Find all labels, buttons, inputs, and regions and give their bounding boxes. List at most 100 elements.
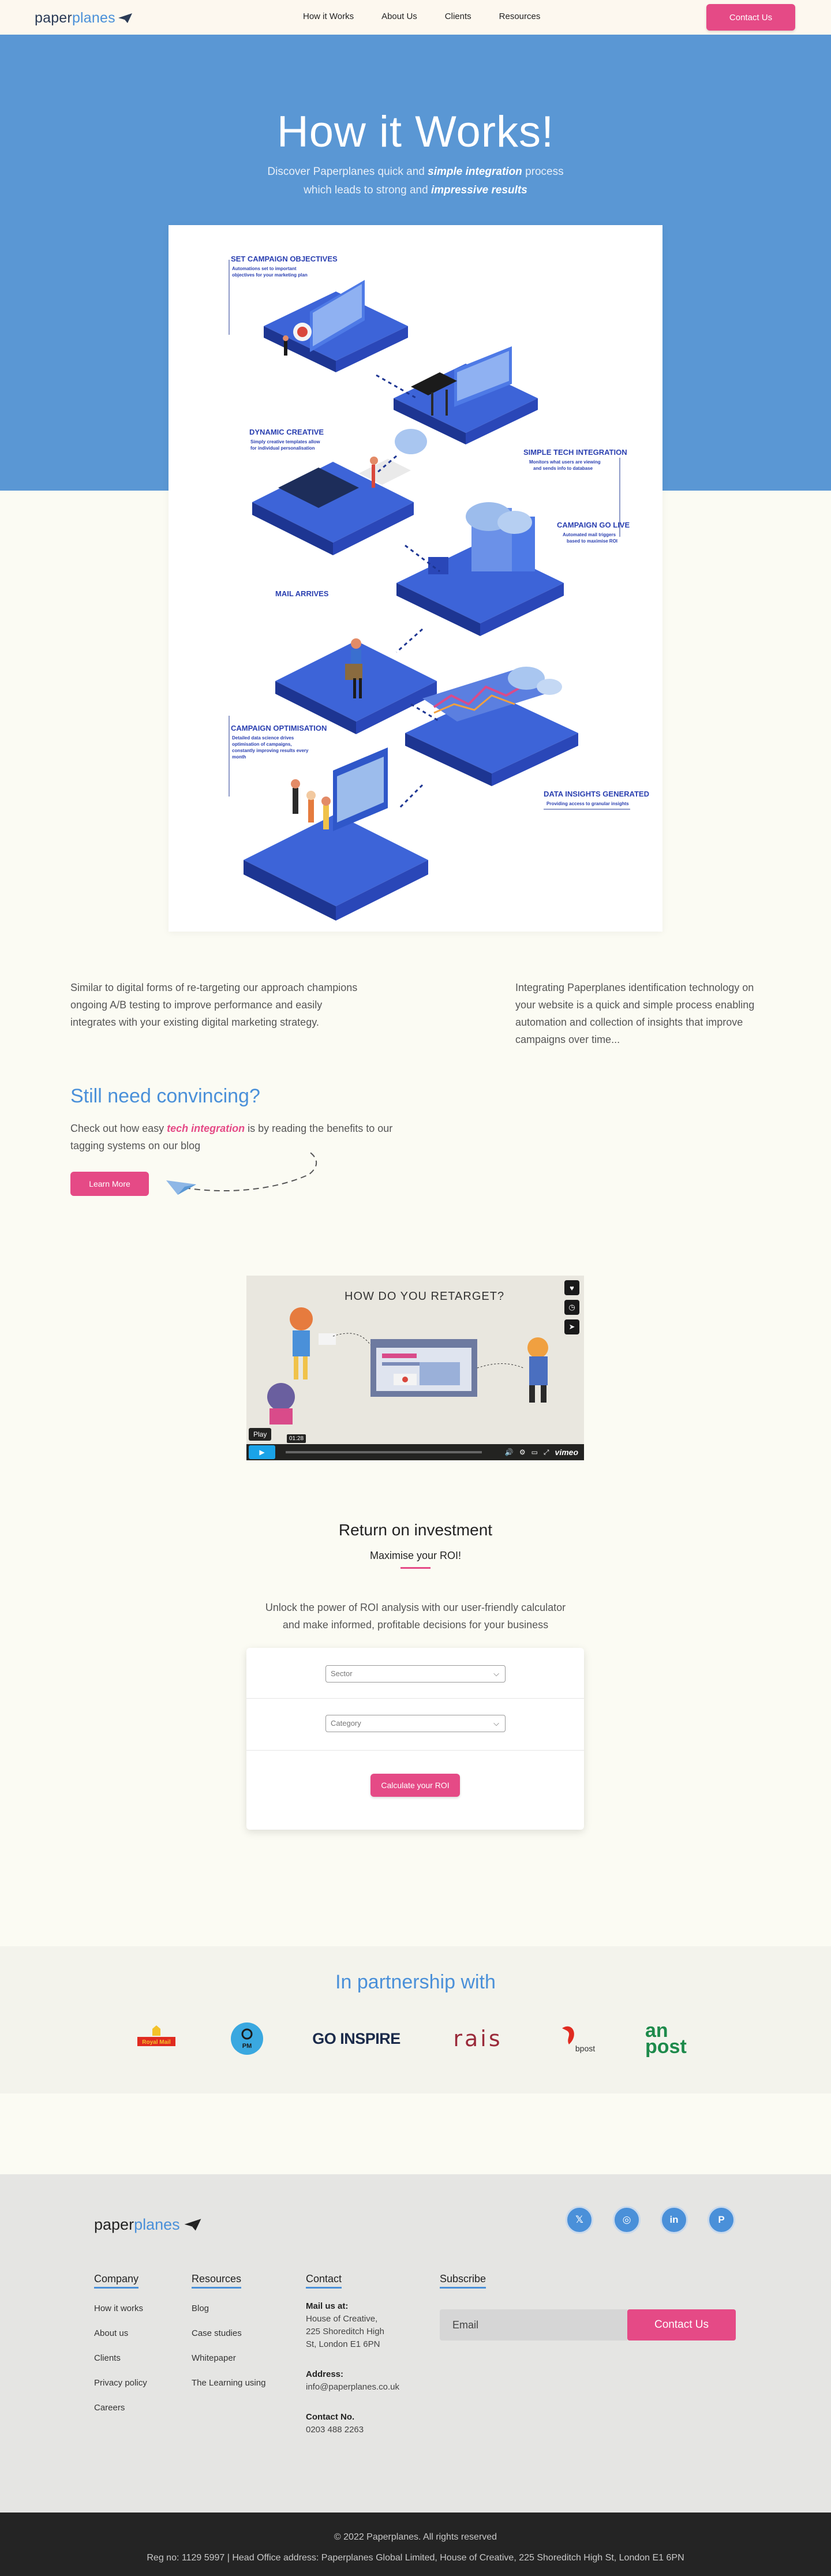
footer-link-case-studies[interactable]: Case studies	[192, 2328, 265, 2338]
category-select[interactable]: Category ⌵	[325, 1715, 506, 1732]
footer-link-how-it-works[interactable]: How it works	[94, 2304, 147, 2313]
footer-link-blog[interactable]: Blog	[192, 2304, 265, 2313]
partner-logo-rais: rais	[453, 2026, 503, 2051]
step-desc: constantly improving results every	[232, 748, 309, 753]
footer-company-column: Company How it works About us Clients Pr…	[94, 2273, 147, 2413]
fullscreen-icon[interactable]: ⤢	[544, 1448, 549, 1457]
footer-link-whitepaper[interactable]: Whitepaper	[192, 2353, 265, 2363]
partner-logo-go-inspire: GO INSPIRE	[312, 2029, 400, 2047]
footer-resources-heading: Resources	[192, 2273, 242, 2289]
roi-description-line: Unlock the power of ROI analysis with ou…	[265, 1602, 566, 1613]
roi-heading: Return on investment	[338, 1521, 493, 1539]
footer-company-heading: Company	[94, 2273, 139, 2289]
sector-select[interactable]: Sector ⌵	[325, 1665, 506, 1683]
calculate-roi-button[interactable]: Calculate your ROI	[370, 1774, 460, 1797]
chevron-down-icon: ⌵	[493, 1719, 499, 1728]
isometric-workflow-graphic: SET CAMPAIGN OBJECTIVES Automations set …	[229, 255, 649, 921]
roi-row-category: Category ⌵	[246, 1699, 584, 1751]
footer-link-careers[interactable]: Careers	[94, 2403, 147, 2413]
nav-how-it-works[interactable]: How it Works	[303, 12, 354, 21]
mail-label: Mail us at:	[306, 2301, 349, 2311]
step-title: SIMPLE TECH INTEGRATION	[523, 448, 627, 457]
mail-line: House of Creative,	[306, 2314, 378, 2324]
footer-subscribe-heading: Subscribe	[440, 2273, 486, 2289]
footer-link-about-us[interactable]: About us	[94, 2328, 147, 2338]
vimeo-logo[interactable]: vimeo	[555, 1448, 578, 1457]
step-title: DYNAMIC CREATIVE	[249, 428, 324, 436]
footer-link-learning[interactable]: The Learning using	[192, 2378, 265, 2388]
step-desc: based to maximise ROI	[567, 539, 617, 544]
step-desc: Automations set to important	[232, 266, 297, 271]
partners-heading: In partnership with	[335, 1971, 496, 1993]
instagram-icon[interactable]: ◎	[613, 2206, 641, 2234]
video-control-icons: 🔊 ⚙ ▭ ⤢ vimeo	[505, 1448, 578, 1457]
footer-logo[interactable]: paper planes	[94, 2216, 202, 2234]
logo-text-planes: planes	[72, 10, 115, 26]
address-label: Address:	[306, 2369, 344, 2379]
hero-subtitle: Discover Paperplanes quick and simple in…	[0, 163, 831, 200]
clock-icon[interactable]: ◷	[564, 1300, 579, 1315]
convince-text-link[interactable]: tech integration	[167, 1123, 245, 1134]
step-title: MAIL ARRIVES	[275, 589, 329, 598]
step-title: CAMPAIGN OPTIMISATION	[231, 724, 327, 732]
step-desc: optimisation of campaigns,	[232, 742, 292, 747]
roi-underline	[400, 1567, 431, 1569]
platform-campaign-optimisation	[244, 747, 428, 921]
sector-select-value: Sector	[331, 1669, 353, 1678]
logo[interactable]: paper planes	[35, 10, 133, 27]
partner-logo-bpost: bpost	[555, 2021, 601, 2056]
hero-subtitle-emphasis: simple integration	[428, 166, 522, 178]
linkedin-icon[interactable]: in	[660, 2206, 688, 2234]
pip-icon[interactable]: ▭	[531, 1448, 538, 1456]
paper-plane-path-icon	[166, 1151, 317, 1195]
video-player[interactable]: HOW DO YOU RETARGET? ♥ ◷ ➤ Play 01:28 🔊 …	[246, 1276, 584, 1460]
registration-text: Reg no: 1129 5997 | Head Office address:…	[147, 2553, 684, 2563]
convince-heading: Still need convincing?	[70, 1085, 260, 1107]
play-icon: ▶	[259, 1448, 265, 1456]
mail-line: St, London E1 6PN	[306, 2339, 380, 2349]
platform-mail-arrives	[275, 638, 437, 734]
x-icon[interactable]: 𝕏	[566, 2206, 593, 2234]
address-value[interactable]: info@paperplanes.co.uk	[306, 2381, 421, 2394]
convince-text-part: Check out how easy	[70, 1123, 167, 1134]
nav-resources[interactable]: Resources	[499, 12, 541, 21]
paper-plane-icon	[184, 2218, 201, 2231]
footer-contact-column: Contact	[306, 2273, 342, 2289]
like-icon[interactable]: ♥	[564, 1280, 579, 1295]
step-desc: Monitors what users are viewing	[529, 459, 601, 465]
partner-logo-pm: PM	[230, 2021, 264, 2056]
footer-link-privacy-policy[interactable]: Privacy policy	[94, 2378, 147, 2388]
learn-more-button[interactable]: Learn More	[70, 1172, 149, 1196]
footer-link-clients[interactable]: Clients	[94, 2353, 147, 2363]
email-field[interactable]: Email	[440, 2309, 627, 2341]
step-desc: Automated mail triggers	[563, 532, 616, 537]
royal-mail-text: Royal Mail	[142, 2039, 171, 2046]
footer-logo-planes: planes	[134, 2216, 180, 2233]
footer-contact-details: Mail us at: House of Creative, 225 Shore…	[306, 2300, 421, 2436]
footer-subscribe-column: Subscribe	[440, 2273, 486, 2289]
pm-logo: PM	[231, 2022, 263, 2055]
video-progress-bar[interactable]	[286, 1451, 482, 1453]
intro-text-left: Similar to digital forms of re-targeting…	[70, 982, 358, 1028]
nav-about-us[interactable]: About Us	[381, 12, 417, 21]
roi-description: Unlock the power of ROI analysis with ou…	[0, 1599, 831, 1633]
step-title: SET CAMPAIGN OBJECTIVES	[231, 255, 338, 263]
settings-icon[interactable]: ⚙	[519, 1448, 526, 1456]
copyright-text: © 2022 Paperplanes. All rights reserved	[334, 2532, 497, 2542]
bpost-text: bpost	[575, 2044, 595, 2053]
play-tooltip: Play	[249, 1428, 272, 1441]
step-desc: and sends info to database	[533, 466, 593, 471]
play-button[interactable]: ▶	[249, 1445, 275, 1459]
hero-subtitle-emphasis: impressive results	[431, 184, 527, 196]
royal-mail-logo: Royal Mail	[137, 2025, 175, 2046]
volume-icon[interactable]: 🔊	[505, 1448, 514, 1456]
subscribe-button[interactable]: Contact Us	[627, 2309, 736, 2341]
mail-line: 225 Shoreditch High	[306, 2327, 384, 2336]
pinterest-icon[interactable]: P	[708, 2206, 735, 2234]
phone-value[interactable]: 0203 488 2263	[306, 2424, 421, 2436]
nav-clients[interactable]: Clients	[445, 12, 471, 21]
share-icon[interactable]: ➤	[564, 1319, 579, 1334]
category-select-value: Category	[331, 1719, 361, 1728]
video-thumbnail	[246, 1276, 584, 1460]
contact-us-button[interactable]: Contact Us	[706, 4, 795, 31]
